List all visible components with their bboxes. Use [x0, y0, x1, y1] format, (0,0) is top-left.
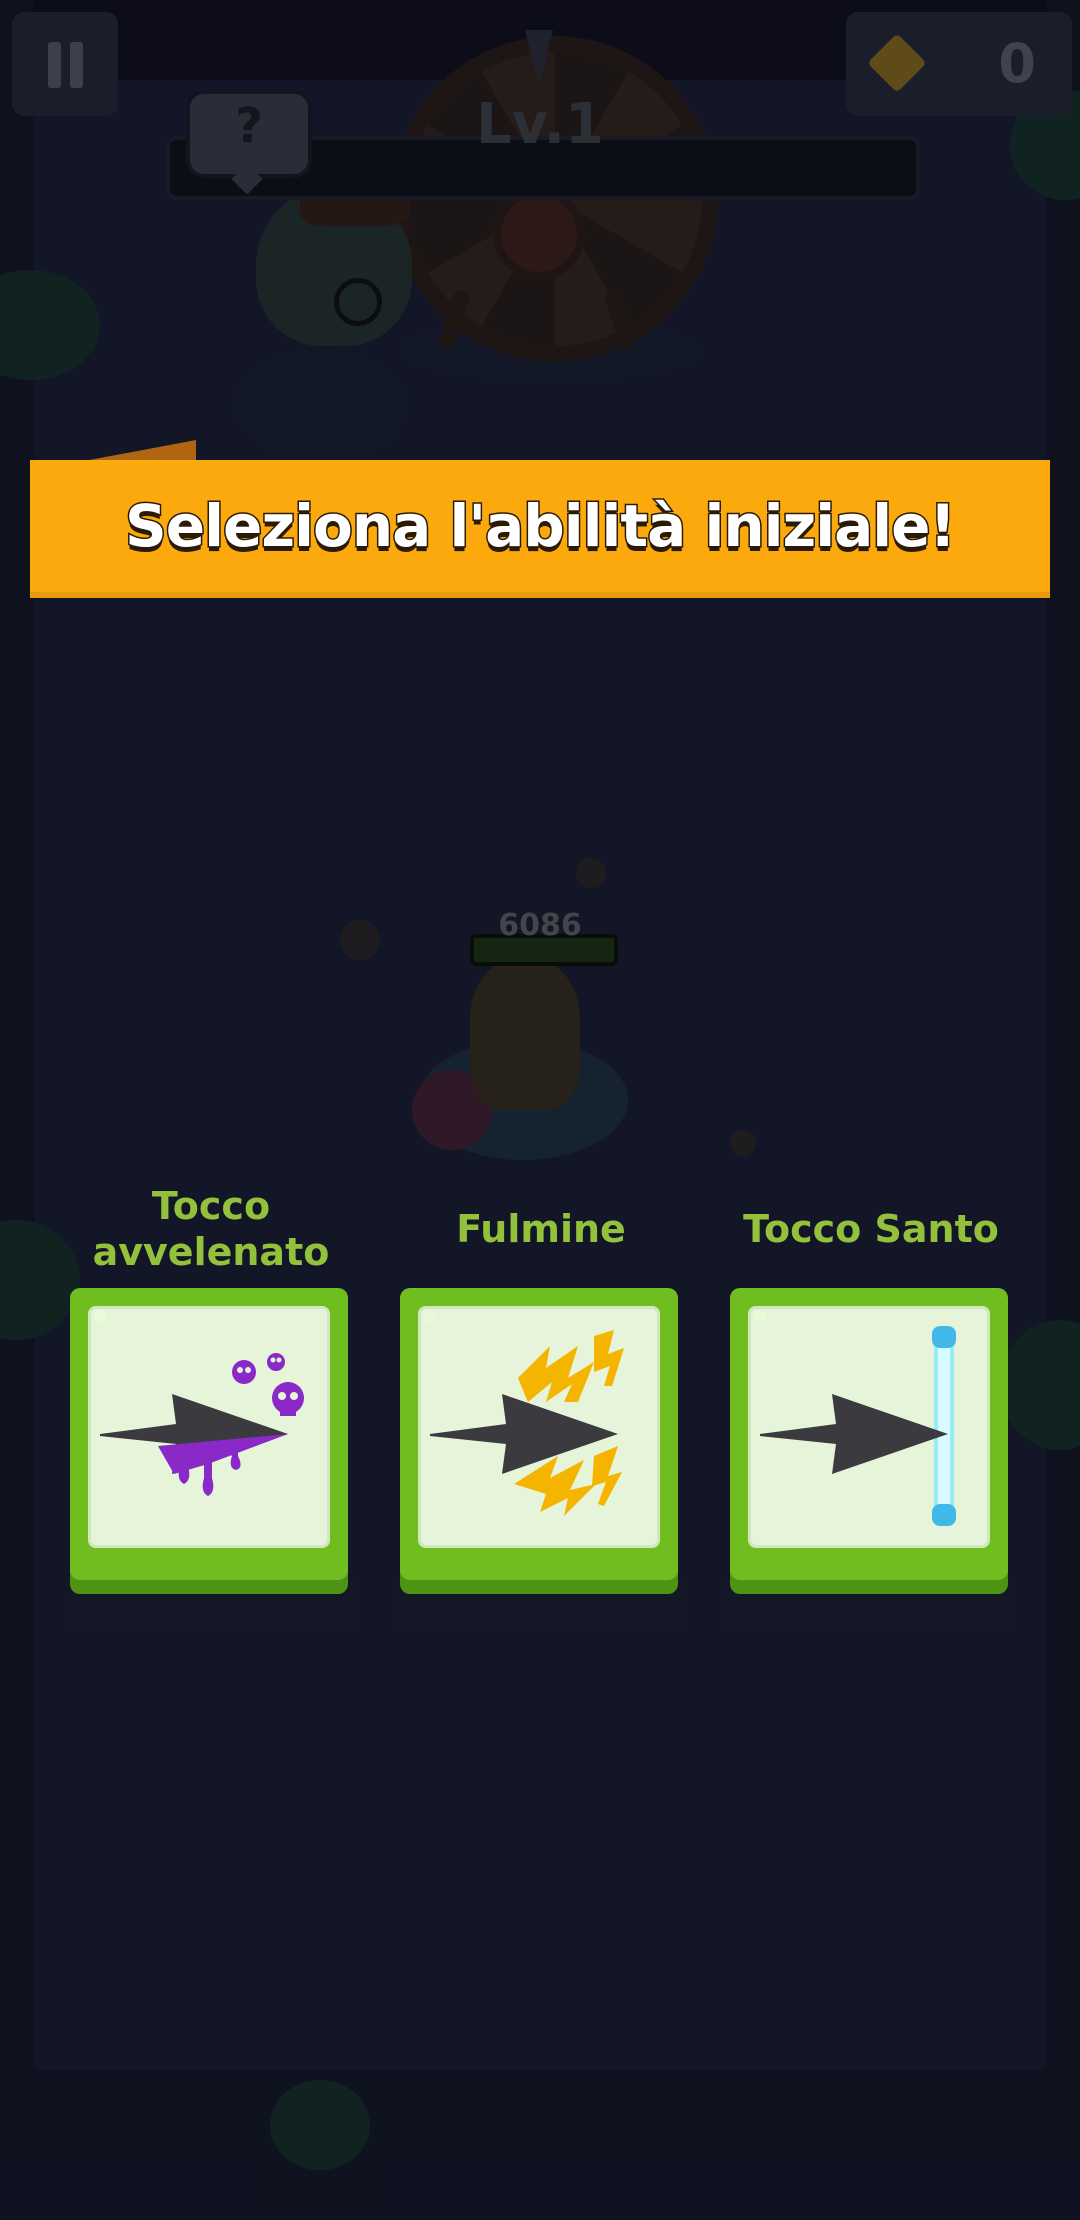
- gem-icon: [867, 33, 927, 93]
- card-shadow: [66, 1580, 356, 1628]
- gem-counter: 0: [846, 12, 1072, 116]
- skill-option-poison[interactable]: Tocco avvelenato: [66, 1180, 356, 1640]
- skill-name: Fulmine: [456, 1207, 626, 1252]
- level-label: Lv.1: [476, 92, 604, 157]
- banner-title: Seleziona l'abilità iniziale!: [124, 491, 958, 562]
- skill-card[interactable]: [730, 1288, 1008, 1580]
- modal-dim-overlay: [0, 0, 1080, 2220]
- poison-arrow-icon: [100, 1353, 304, 1496]
- skill-card[interactable]: [70, 1288, 348, 1580]
- skill-option-lightning[interactable]: Fulmine: [396, 1180, 686, 1640]
- pause-icon: [48, 42, 61, 88]
- lightning-arrow-icon: [430, 1330, 624, 1516]
- skill-name: Tocco Santo: [743, 1207, 999, 1252]
- skill-card-face: [88, 1306, 330, 1548]
- question-mark-icon: ?: [235, 98, 263, 154]
- pause-button[interactable]: [12, 12, 118, 116]
- holy-arrow-icon: [760, 1326, 956, 1526]
- skill-card[interactable]: [400, 1288, 678, 1580]
- gem-count: 0: [998, 32, 1036, 95]
- skill-option-holy[interactable]: Tocco Santo: [726, 1180, 1016, 1640]
- pause-icon-bar: [70, 42, 83, 88]
- selection-banner: Seleziona l'abilità iniziale!: [30, 460, 1050, 598]
- skill-name: Tocco avvelenato: [92, 1184, 330, 1274]
- card-shadow: [726, 1580, 1016, 1628]
- skill-card-face: [748, 1306, 990, 1548]
- card-shadow: [396, 1580, 686, 1628]
- skill-card-face: [418, 1306, 660, 1548]
